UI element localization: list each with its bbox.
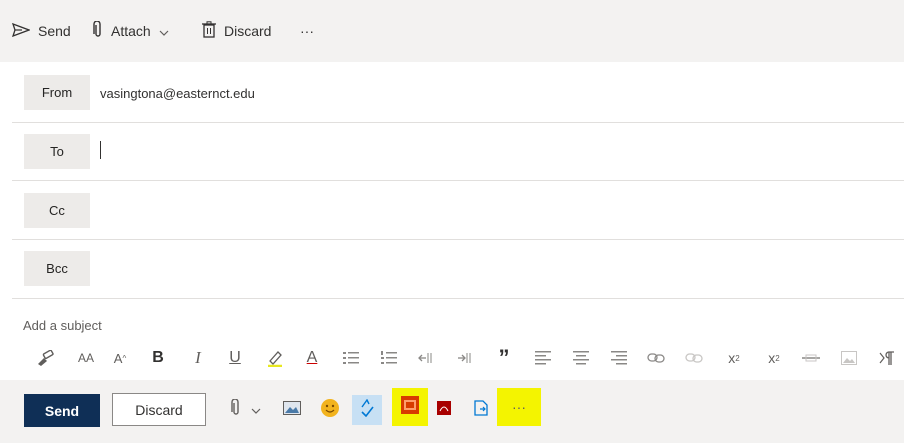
paragraph-icon[interactable] (876, 348, 898, 368)
subscript-button[interactable]: x2 (765, 348, 783, 368)
format-painter-icon[interactable] (34, 348, 56, 368)
top-discard-button[interactable]: Discard (202, 20, 271, 42)
grow-font-label: A (113, 350, 123, 366)
editor-button[interactable] (352, 395, 382, 425)
align-left-icon[interactable] (532, 348, 554, 368)
decrease-indent-icon[interactable] (415, 348, 437, 368)
attach-button[interactable]: Attach (93, 19, 177, 42)
office-addin-icon (401, 395, 419, 419)
bcc-row: Bcc (12, 240, 904, 299)
image-icon[interactable] (838, 348, 860, 368)
from-row: From vasingtona@easternct.edu (12, 64, 904, 123)
attach-label: Attach (111, 23, 151, 39)
superscript-button[interactable]: x2 (725, 348, 743, 368)
strikethrough-icon[interactable] (800, 348, 822, 368)
underline-button[interactable]: U (225, 348, 245, 368)
bullets-icon[interactable] (340, 348, 362, 368)
attach-file-button[interactable] (226, 395, 246, 425)
to-button[interactable]: To (24, 134, 90, 169)
command-bar: Send Attach Discard ··· (0, 0, 904, 62)
chevron-down-icon (251, 401, 261, 419)
link-icon[interactable] (645, 348, 667, 368)
send-icon (11, 22, 38, 40)
to-row: To (12, 122, 904, 181)
quote-icon[interactable]: ” (496, 347, 512, 369)
increase-indent-icon[interactable] (454, 348, 476, 368)
emoji-button[interactable] (318, 395, 342, 425)
pdf-button[interactable] (434, 395, 454, 425)
align-right-icon[interactable] (608, 348, 630, 368)
top-discard-label: Discard (224, 23, 272, 39)
from-address: vasingtona@easternct.edu (100, 86, 255, 101)
emoji-icon (320, 398, 340, 423)
cc-row: Cc (12, 181, 904, 240)
to-input[interactable] (100, 141, 101, 159)
image-icon (283, 400, 301, 420)
top-send-label: Send (38, 23, 71, 39)
unlink-icon[interactable] (683, 348, 705, 368)
more-icon: ··· (512, 399, 526, 415)
paperclip-icon (93, 19, 111, 42)
from-button[interactable]: From (24, 75, 90, 110)
bold-button[interactable]: B (148, 348, 168, 368)
office-addin-button[interactable] (392, 388, 428, 426)
superscript-label: x (728, 350, 736, 366)
top-send-button[interactable]: Send (11, 20, 71, 42)
subject-input[interactable]: Add a subject (23, 318, 102, 333)
italic-button[interactable]: I (188, 348, 208, 368)
bcc-button[interactable]: Bcc (24, 251, 90, 286)
pdf-icon (437, 400, 451, 420)
trash-icon (202, 21, 224, 41)
subscript-label: x (768, 350, 776, 366)
align-center-icon[interactable] (570, 348, 592, 368)
insert-picture-button[interactable] (280, 395, 304, 425)
cc-button[interactable]: Cc (24, 193, 90, 228)
numbering-icon[interactable] (378, 348, 400, 368)
discard-button[interactable]: Discard (112, 393, 206, 426)
highlighter-icon[interactable] (264, 348, 286, 368)
attach-options-button[interactable] (248, 395, 264, 425)
format-toolbar: AA A ^ B I U A ” x2 x2 (0, 340, 904, 376)
chevron-down-icon (159, 23, 177, 39)
signature-icon (474, 399, 488, 421)
more-icon: ··· (300, 23, 314, 39)
paperclip-icon (231, 397, 241, 422)
font-size-icon[interactable]: AA (73, 348, 99, 368)
spell-check-icon (359, 398, 375, 422)
more-options-button[interactable]: ··· (497, 388, 541, 426)
send-button[interactable]: Send (24, 394, 100, 427)
font-color-button[interactable]: A (302, 348, 322, 368)
top-more-button[interactable]: ··· (300, 20, 314, 42)
grow-font-icon[interactable]: A ^ (110, 348, 130, 368)
insert-signature-button[interactable] (470, 395, 492, 425)
